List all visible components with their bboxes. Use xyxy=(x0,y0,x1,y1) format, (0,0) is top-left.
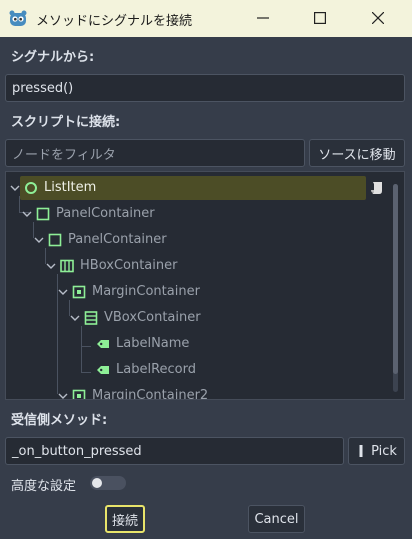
vbox-container-icon xyxy=(84,311,98,325)
chevron-down-icon[interactable] xyxy=(10,183,20,193)
godot-logo-icon xyxy=(9,10,27,26)
advanced-settings-toggle[interactable] xyxy=(90,476,126,490)
goto-source-button[interactable]: ソースに移動 xyxy=(309,139,405,167)
tree-item-label: PanelContainer xyxy=(68,232,167,247)
tree-item-label: ListItem xyxy=(44,180,97,195)
advanced-settings-label: 高度な設定 xyxy=(11,479,77,494)
signal-from-label: シグナルから: xyxy=(11,50,95,65)
tree-item-label: VBoxContainer xyxy=(104,310,201,325)
scrollbar-thumb[interactable] xyxy=(393,184,398,374)
cancel-button[interactable]: Cancel xyxy=(248,505,305,533)
chevron-down-icon[interactable] xyxy=(46,261,56,271)
pick-button[interactable]: Pick xyxy=(348,437,405,465)
pick-label: Pick xyxy=(371,443,397,459)
panel-container-icon xyxy=(36,207,50,221)
circle-node-icon xyxy=(25,182,37,194)
minimize-button[interactable] xyxy=(240,4,286,33)
chevron-down-icon[interactable] xyxy=(58,391,68,400)
tree-item-label: PanelContainer xyxy=(56,206,155,221)
connect-to-script-label: スクリプトに接続: xyxy=(11,115,121,130)
pick-icon xyxy=(359,445,363,457)
maximize-icon xyxy=(314,12,326,24)
window-title: メソッドにシグナルを接続 xyxy=(36,14,193,29)
hbox-container-icon xyxy=(60,259,74,273)
chevron-down-icon[interactable] xyxy=(58,287,68,297)
toggle-knob xyxy=(92,478,102,488)
title-bar: メソッドにシグナルを接続 xyxy=(0,0,412,37)
close-button[interactable] xyxy=(355,4,401,33)
tree-item-label: HBoxContainer xyxy=(80,258,178,273)
connect-button[interactable]: 接続 xyxy=(105,505,145,533)
node-filter-input[interactable]: ノードをフィルタ xyxy=(5,139,305,167)
node-tree[interactable]: ListItem PanelContainer PanelContainer H… xyxy=(5,171,405,400)
panel-container-icon xyxy=(48,233,62,247)
tree-item-label: MarginContainer xyxy=(92,284,200,299)
chevron-down-icon[interactable] xyxy=(70,313,80,323)
maximize-button[interactable] xyxy=(297,4,343,33)
tree-item-label: MarginContainer2 xyxy=(92,388,209,400)
margin-container-icon xyxy=(72,285,86,299)
chevron-down-icon[interactable] xyxy=(34,235,44,245)
tree-item-label: LabelRecord xyxy=(116,362,196,377)
close-icon xyxy=(372,12,384,24)
tree-scrollbar[interactable] xyxy=(393,184,398,392)
label-icon xyxy=(97,366,109,374)
minimize-icon xyxy=(257,17,269,19)
label-icon xyxy=(97,340,109,348)
method-name-input[interactable]: _on_button_pressed xyxy=(5,437,344,465)
margin-container-icon xyxy=(72,389,86,399)
chevron-down-icon[interactable] xyxy=(22,209,32,219)
script-icon[interactable] xyxy=(370,181,384,195)
tree-item-label: LabelName xyxy=(116,336,190,351)
signal-field: pressed() xyxy=(5,74,405,102)
receiver-method-label: 受信側メソッド: xyxy=(11,413,108,428)
